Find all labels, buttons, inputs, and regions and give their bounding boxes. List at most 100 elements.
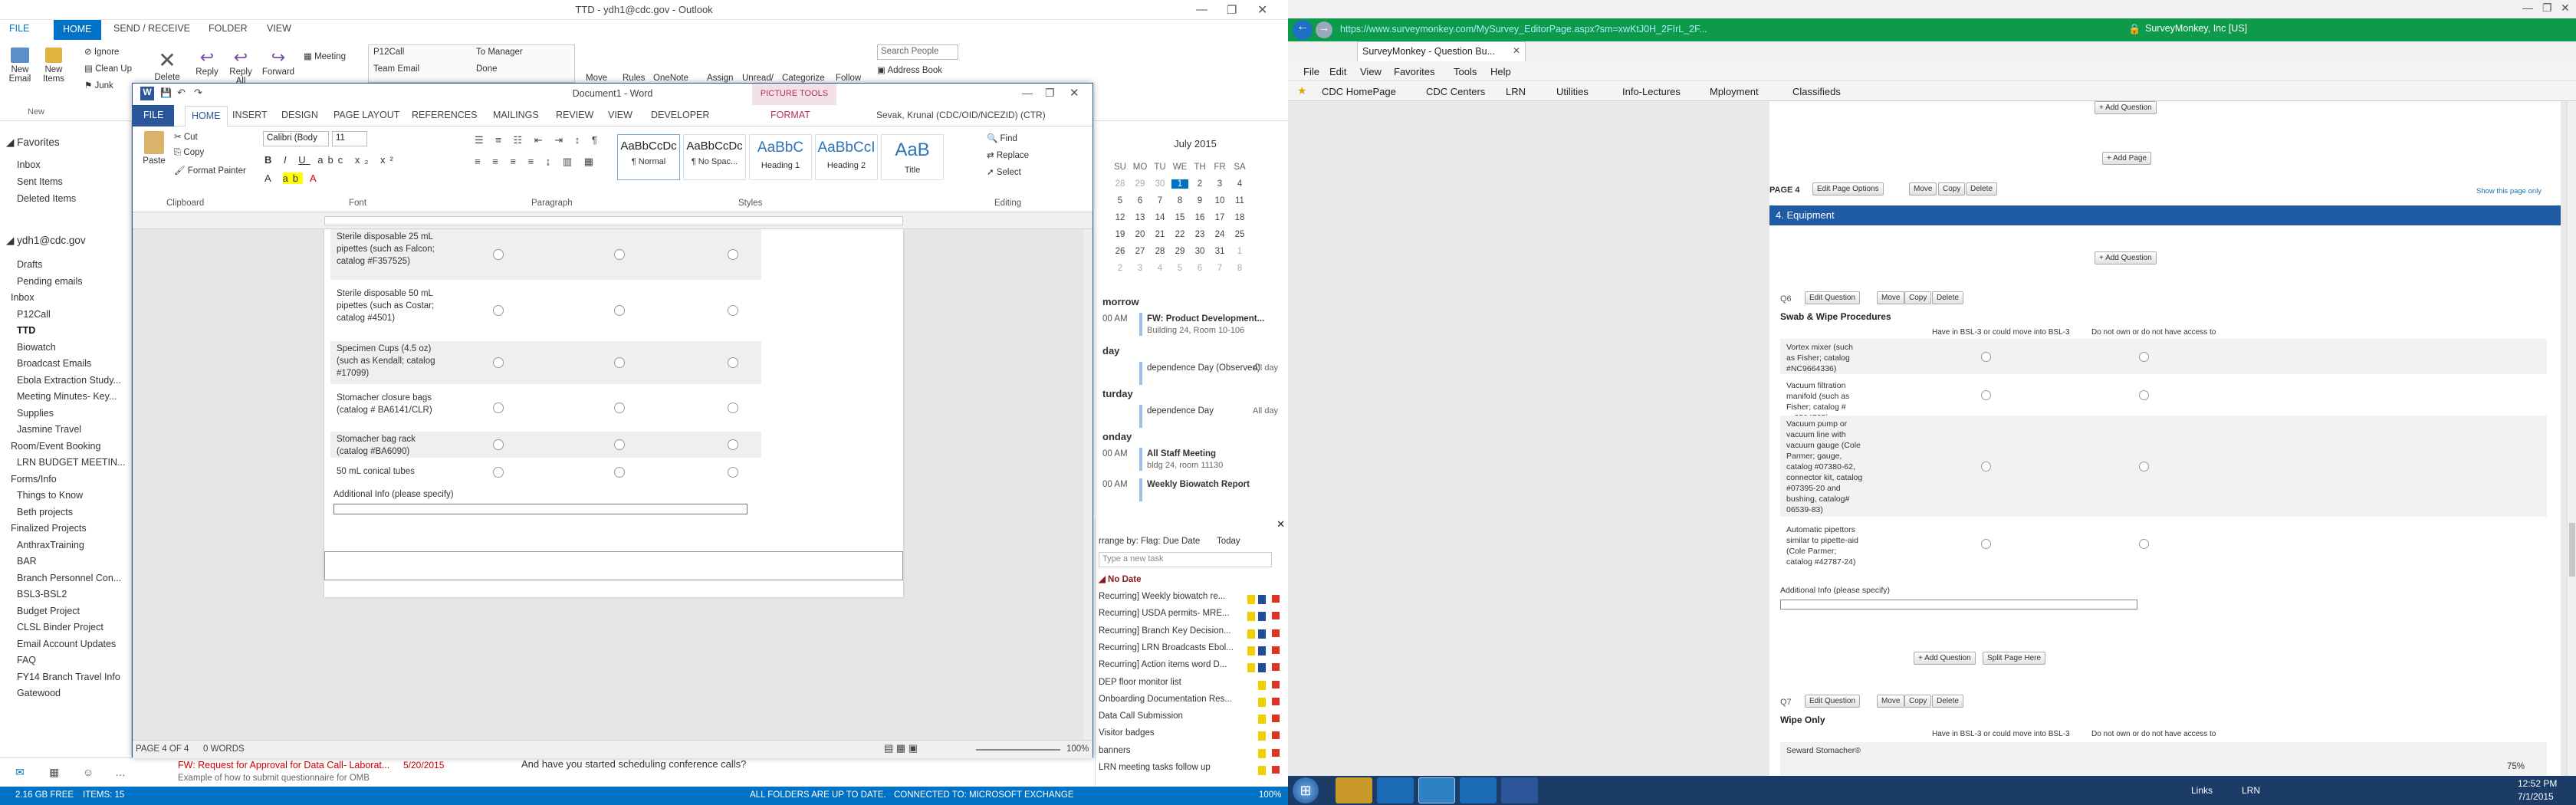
font-color-buttons[interactable]: A ab A [264, 172, 321, 184]
links-toolbar[interactable]: Links [2191, 785, 2213, 796]
tab-home[interactable]: HOME [54, 20, 101, 40]
calendar-day[interactable]: 11 [1231, 196, 1248, 205]
calendar-day[interactable]: 21 [1152, 230, 1168, 239]
folder-item[interactable]: Branch Personnel Con... [17, 573, 121, 583]
calendar-day[interactable]: 16 [1191, 213, 1208, 222]
flag-icon[interactable] [1272, 663, 1280, 672]
folder-item[interactable]: Supplies [17, 408, 54, 419]
document-scrollbar[interactable] [1083, 229, 1092, 740]
radio-button[interactable] [2139, 389, 2149, 400]
flag-icon[interactable] [1272, 766, 1280, 774]
fav-classifieds[interactable]: Classifieds [1792, 86, 1841, 97]
clock-time[interactable]: 12:52 PM [2518, 778, 2557, 789]
account-header[interactable]: ◢ ydh1@cdc.gov [6, 235, 86, 247]
arrange-today[interactable]: Today [1217, 537, 1240, 546]
show-page-only-link[interactable]: Show this page only [2476, 187, 2542, 196]
lrn-toolbar[interactable]: LRN [2242, 785, 2260, 796]
calendar-day[interactable]: 3 [1211, 179, 1228, 189]
junk-button[interactable]: ⚑ Junk [84, 80, 113, 90]
browser-zoom[interactable]: 75% [2507, 762, 2525, 771]
additional-info-field[interactable] [334, 504, 748, 514]
list-buttons[interactable]: ☰ ≡ ☷ ⇤ ⇥ ↕ ¶ [475, 134, 602, 146]
calendar-day[interactable]: 25 [1231, 230, 1248, 239]
calendar-day[interactable]: 3 [1132, 264, 1148, 273]
split-page-button[interactable]: Split Page Here [1983, 652, 2046, 665]
quick-step-to-manager[interactable]: To Manager [476, 48, 523, 57]
radio-button[interactable] [614, 305, 625, 316]
radio-button[interactable] [2139, 538, 2149, 549]
folder-item[interactable]: Jasmine Travel [17, 424, 81, 435]
style-option[interactable]: AaBbCcDc ¶ Normal [617, 134, 680, 180]
edit-question-button[interactable]: Edit Question [1805, 695, 1861, 708]
align-buttons[interactable]: ≡ ≡ ≡ ≡ ↨ ▥ ▦ [475, 156, 598, 168]
tab-review[interactable]: REVIEW [556, 110, 593, 120]
radio-button[interactable] [493, 439, 504, 450]
reply-button[interactable]: ↩ Reply [192, 48, 222, 77]
calendar-day[interactable]: 26 [1112, 247, 1129, 256]
menu-favorites[interactable]: Favorites [1394, 66, 1434, 77]
folder-item[interactable]: TTD [17, 325, 35, 336]
folder-item[interactable]: Room/Event Booking [11, 441, 100, 452]
calendar-day[interactable]: 8 [1231, 264, 1248, 273]
tab-view[interactable]: VIEW [267, 23, 291, 34]
radio-button[interactable] [2139, 461, 2149, 472]
search-people-input[interactable]: Search People [877, 44, 958, 60]
folder-item[interactable]: LRN BUDGET MEETIN... [17, 457, 125, 468]
minimize-icon[interactable]: — [1022, 87, 1033, 99]
folder-item[interactable]: Things to Know [17, 490, 83, 501]
agenda-title[interactable]: dependence Day [1147, 406, 1214, 416]
folder-item[interactable]: Biowatch [17, 342, 56, 353]
radio-button[interactable] [614, 439, 625, 450]
radio-button[interactable] [728, 357, 738, 368]
folder-item[interactable]: Drafts [17, 259, 42, 270]
unread-button[interactable]: Unread/ [742, 74, 774, 83]
more-icon[interactable]: … [115, 766, 126, 778]
radio-button[interactable] [493, 357, 504, 368]
radio-button[interactable] [1981, 461, 1991, 472]
calendar-day[interactable]: 29 [1171, 247, 1188, 256]
folder-item[interactable]: Finalized Projects [11, 523, 87, 534]
task-item[interactable]: Visitor badges [1099, 728, 1283, 745]
radio-button[interactable] [728, 439, 738, 450]
maximize-icon[interactable]: ❐ [1227, 3, 1237, 17]
calendar-day[interactable]: 14 [1152, 213, 1168, 222]
tab-design[interactable]: DESIGN [281, 110, 318, 120]
calendar-day[interactable]: 28 [1152, 247, 1168, 256]
favorites-header[interactable]: ◢ Favorites [6, 136, 60, 149]
people-icon[interactable]: ☺ [83, 766, 94, 778]
close-icon[interactable]: ✕ [2561, 2, 2570, 15]
copy-question-button[interactable]: Copy [1904, 695, 1932, 708]
radio-button[interactable] [728, 467, 738, 478]
task-item[interactable]: Data Call Submission [1099, 711, 1283, 728]
style-option[interactable]: AaBbC Heading 1 [749, 134, 812, 180]
folder-item[interactable]: Pending emails [17, 276, 82, 287]
flag-icon[interactable] [1272, 680, 1280, 688]
format-painter-button[interactable]: 🖌 Format Painter [174, 165, 246, 176]
task-item[interactable]: Onboarding Documentation Res... [1099, 695, 1283, 711]
folder-item[interactable]: AnthraxTraining [17, 540, 84, 550]
flag-icon[interactable] [1272, 748, 1280, 757]
add-question-button[interactable]: + Add Question [2095, 251, 2157, 264]
calendar-day[interactable]: 8 [1171, 196, 1188, 205]
fav-cdc-homepage[interactable]: CDC HomePage [1322, 86, 1396, 97]
document-page[interactable]: Sterile disposable 25 mL pipettes (such … [324, 229, 903, 597]
flag-icon[interactable] [1272, 612, 1280, 620]
page-count[interactable]: PAGE 4 OF 4 [136, 744, 189, 754]
add-question-button[interactable]: + Add Question [1914, 652, 1976, 665]
select-button[interactable]: ➚ Select [987, 166, 1021, 177]
calendar-day[interactable]: 24 [1211, 230, 1228, 239]
task-item[interactable]: Recurring] Branch Key Decision... [1099, 626, 1283, 643]
start-button-icon[interactable]: ⊞ [1293, 777, 1319, 803]
fav-info-lectures[interactable]: Info-Lectures [1622, 86, 1681, 97]
new-items-button[interactable]: New Items [38, 48, 69, 84]
ruler[interactable] [133, 212, 1092, 229]
reply-all-button[interactable]: ↩ Reply All [225, 48, 256, 86]
address-book-button[interactable]: ▣ Address Book [877, 64, 942, 75]
folder-item[interactable]: CLSL Binder Project [17, 622, 104, 632]
folder-item[interactable]: FY14 Branch Travel Info [17, 672, 120, 682]
delete-question-button[interactable]: Delete [1932, 695, 1963, 708]
tab-send-receive[interactable]: SEND / RECEIVE [113, 23, 190, 34]
tab-developer[interactable]: DEVELOPER [651, 110, 709, 120]
tab-file[interactable]: FILE [133, 105, 175, 127]
additional-info-field[interactable] [1780, 600, 2137, 610]
